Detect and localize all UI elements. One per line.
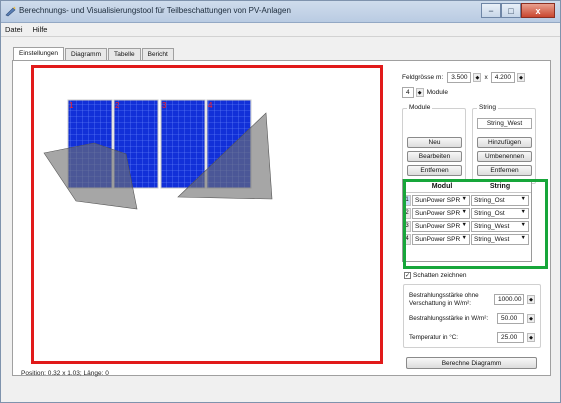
module-count-input[interactable]: 4 (402, 87, 414, 98)
pv-field-canvas[interactable]: 1 2 3 4 (31, 65, 383, 364)
title-bar[interactable]: Berechnungs- und Visualisierungstool für… (1, 1, 560, 23)
module-groupbox: Module Neu Bearbeiten Entfernen (402, 104, 466, 184)
module-label-4: 4 (208, 101, 213, 110)
temperature-spinner[interactable]: ◆ (527, 333, 535, 342)
minimize-button[interactable]: − (481, 3, 501, 18)
temperature-label: Temperatur in °C: (409, 334, 459, 341)
string-add-button[interactable]: Hinzufügen (477, 137, 532, 148)
field-height-spinner[interactable]: ◆ (517, 73, 525, 82)
pv-field-drawing: 1 2 3 4 (43, 99, 273, 210)
close-button[interactable]: x (521, 3, 555, 18)
tab-strip: Einstellungen Diagramm Tabelle Bericht (13, 47, 175, 60)
string-name-input[interactable]: String_West (477, 118, 532, 129)
field-width-input[interactable]: 3.500 (447, 72, 472, 83)
maximize-button[interactable]: □ (501, 3, 521, 18)
parameters-groupbox: Bestrahlungsstärke ohne Verschattung in … (403, 284, 541, 348)
irradiance-no-shade-spinner[interactable]: ◆ (527, 295, 535, 304)
field-size-label: Feldgrösse m: (402, 74, 444, 81)
module-count-spinner[interactable]: ◆ (415, 88, 424, 97)
table-highlight-frame (403, 179, 548, 269)
app-window: Berechnungs- und Visualisierungstool für… (0, 0, 561, 403)
module-group-title: Module (407, 104, 433, 111)
window-title: Berechnungs- und Visualisierungstool für… (19, 6, 291, 15)
menu-bar: Datei Hilfe (1, 23, 560, 37)
module-label-3: 3 (162, 101, 167, 110)
temperature-input[interactable]: 25.00 (497, 332, 524, 343)
module-new-button[interactable]: Neu (407, 137, 462, 148)
status-text: Position: 0.32 x 1.03; Länge: 0 (21, 370, 109, 377)
string-group-title: String (477, 104, 498, 111)
shadow-checkbox[interactable]: ✓ (404, 272, 411, 279)
pv-module-3[interactable] (160, 99, 206, 189)
shadow-toggle[interactable]: ✓ Schatten zeichnen (404, 272, 466, 279)
tab-bericht[interactable]: Bericht (141, 48, 174, 60)
irradiance-label: Bestrahlungsstärke in W/m²: (409, 315, 489, 322)
module-label-2: 2 (115, 101, 120, 110)
module-label-1: 1 (69, 101, 74, 110)
module-remove-button[interactable]: Entfernen (407, 165, 462, 176)
string-rename-button[interactable]: Umbenennen (477, 151, 532, 162)
module-edit-button[interactable]: Bearbeiten (407, 151, 462, 162)
field-height-input[interactable]: 4.200 (490, 72, 515, 83)
irradiance-input[interactable]: 50.00 (497, 313, 524, 324)
tab-diagramm[interactable]: Diagramm (65, 48, 108, 60)
irradiance-no-shade-input[interactable]: 1000.00 (494, 294, 524, 305)
shadow-label: Schatten zeichnen (413, 272, 467, 279)
tab-tabelle[interactable]: Tabelle (108, 48, 141, 60)
field-width-spinner[interactable]: ◆ (473, 73, 482, 82)
string-remove-button[interactable]: Entfernen (477, 165, 532, 176)
calculate-diagram-button[interactable]: Berechne Diagramm (406, 357, 537, 369)
menu-hilfe[interactable]: Hilfe (28, 23, 51, 36)
tab-einstellungen[interactable]: Einstellungen (13, 47, 65, 60)
shadow-left[interactable] (43, 142, 138, 210)
times-label: x (484, 74, 488, 81)
irradiance-no-shade-label: Bestrahlungsstärke ohne Verschattung in … (409, 292, 479, 307)
menu-datei[interactable]: Datei (1, 23, 27, 36)
module-count-label: Module (426, 89, 448, 96)
app-icon (5, 6, 16, 17)
string-groupbox: String String_West Hinzufügen Umbenennen… (472, 104, 536, 184)
irradiance-spinner[interactable]: ◆ (527, 314, 535, 323)
